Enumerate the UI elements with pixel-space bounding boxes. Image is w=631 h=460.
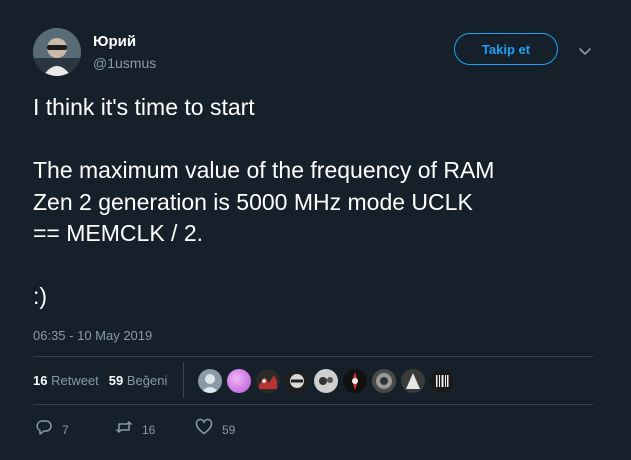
tweet-line: :) xyxy=(33,283,48,309)
divider xyxy=(33,404,593,405)
retweet-stat-label: Retweet xyxy=(51,373,99,388)
liker-avatar[interactable] xyxy=(198,369,222,393)
stats-separator xyxy=(183,362,184,398)
liker-avatar[interactable] xyxy=(372,369,396,393)
retweet-stat-count: 16 xyxy=(33,373,48,388)
display-name[interactable]: Юрий xyxy=(93,33,136,50)
user-handle[interactable]: @1usmus xyxy=(93,55,156,71)
tweet-timestamp[interactable]: 06:35 - 10 May 2019 xyxy=(33,328,152,343)
liker-avatars xyxy=(198,369,459,393)
liker-avatar[interactable] xyxy=(430,369,454,393)
tweet-line: Zen 2 generation is 5000 MHz mode UCLK xyxy=(33,188,473,215)
liker-avatar[interactable] xyxy=(256,369,280,393)
follow-button[interactable]: Takip et xyxy=(454,33,558,65)
reply-icon xyxy=(35,418,53,441)
caret-down-icon[interactable] xyxy=(576,42,594,60)
heart-icon xyxy=(195,418,213,441)
tweet-line: == MEMCLK / 2. xyxy=(33,220,204,246)
tweet-line: I think it's time to start xyxy=(33,94,255,120)
reply-button[interactable]: 7 xyxy=(35,418,69,441)
tweet-line: The maximum value of the frequency of RA… xyxy=(33,157,495,183)
like-stat-label: Beğeni xyxy=(126,373,168,388)
tweet-card: Юрий @1usmus Takip et I think it's time … xyxy=(0,0,631,460)
like-stat-count: 59 xyxy=(108,373,124,388)
engagement-stats: 16 Retweet 59 Beğeni xyxy=(33,373,177,388)
divider xyxy=(33,356,593,357)
reply-count: 7 xyxy=(62,422,69,437)
tweet-text: I think it's time to start The maximum v… xyxy=(33,92,603,313)
like-button[interactable]: 59 xyxy=(195,418,235,441)
tweet-actions: 7 16 59 xyxy=(33,418,333,438)
liker-avatar[interactable] xyxy=(314,369,338,393)
like-count: 59 xyxy=(222,422,236,437)
avatar[interactable] xyxy=(33,28,81,76)
retweet-icon xyxy=(115,418,133,441)
liker-avatar[interactable] xyxy=(285,369,309,393)
retweet-count: 16 xyxy=(142,422,156,437)
liker-avatar[interactable] xyxy=(401,369,425,393)
retweet-button[interactable]: 16 xyxy=(115,418,155,441)
like-stat[interactable]: 59 Beğeni xyxy=(109,373,168,388)
liker-avatar[interactable] xyxy=(343,369,367,393)
retweet-stat[interactable]: 16 Retweet xyxy=(33,373,99,388)
liker-avatar[interactable] xyxy=(227,369,251,393)
